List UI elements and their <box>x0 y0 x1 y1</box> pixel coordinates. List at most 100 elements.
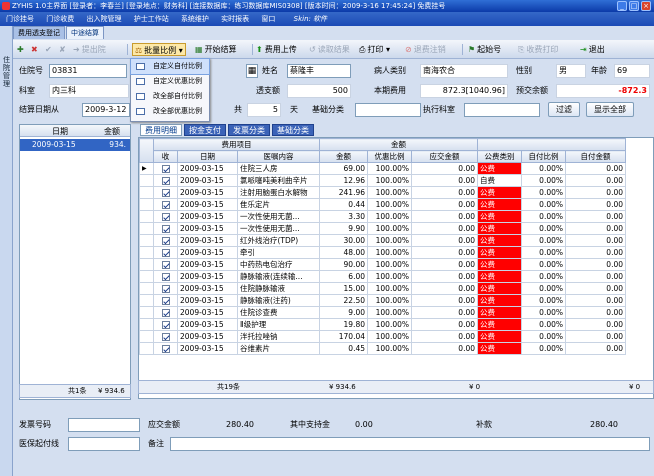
cell-category[interactable]: 公费 <box>477 270 522 283</box>
collect-checkbox-cell[interactable] <box>153 210 178 223</box>
column-public-category[interactable]: 公费类别 <box>477 150 522 163</box>
menu-item-window[interactable]: 窗口 <box>261 15 275 23</box>
cell-category[interactable]: 公费 <box>477 162 522 175</box>
collect-checkbox[interactable] <box>161 249 170 257</box>
column-order[interactable]: 医嘱内容 <box>237 150 320 163</box>
filter-button[interactable]: 过滤 <box>548 102 580 117</box>
list-item[interactable]: 2009-03-15 934. <box>20 139 130 151</box>
inpatient-no-field[interactable]: 03831 <box>49 64 127 78</box>
menu-all-discount-ratio[interactable]: 改全部优惠比例 <box>131 104 209 119</box>
table-row[interactable]: ▶ 2009-03-15 住院三人房 69.00 100.00% 0.00 公费 0.00% 0… <box>139 162 626 175</box>
cell-self-ratio[interactable]: 0.00% <box>521 186 566 199</box>
start-settlement-button[interactable]: ▦ 开始结算 <box>195 43 237 56</box>
receipt-print-button[interactable]: ⎘ 收费打印 <box>518 43 558 56</box>
table-row[interactable]: 2009-03-15 隹乐定片 0.44 100.00% 0.00 公费 0.00% 0.00 <box>139 198 626 211</box>
menu-item-system[interactable]: 系统维护 <box>181 15 209 23</box>
collect-checkbox-cell[interactable] <box>153 306 178 319</box>
cell-category[interactable]: 公费 <box>477 186 522 199</box>
cell-category[interactable]: 公费 <box>477 318 522 331</box>
collect-checkbox[interactable] <box>161 297 170 305</box>
table-row[interactable]: 2009-03-15 谷维素片 0.45 100.00% 0.00 公费 0.00% 0.00 <box>139 342 626 355</box>
cell-self-ratio[interactable]: 0.00% <box>521 294 566 307</box>
cell-self-ratio[interactable]: 0.00% <box>521 246 566 259</box>
collect-checkbox[interactable] <box>161 285 170 293</box>
menu-item-admission[interactable]: 出入院管理 <box>86 15 121 23</box>
upload-fee-button[interactable]: ⬆ 费用上传 <box>256 43 297 56</box>
table-row[interactable]: 2009-03-15 红外线治疗(TDP) 30.00 100.00% 0.00 公费 0.… <box>139 234 626 247</box>
menu-all-self-ratio[interactable]: 改全部自付比例 <box>131 89 209 104</box>
date-from-field[interactable]: 2009-3-12 <box>82 103 130 117</box>
exec-dept-select[interactable] <box>464 103 540 117</box>
collect-checkbox-cell[interactable] <box>153 270 178 283</box>
menu-item-register[interactable]: 门诊挂号 <box>6 15 34 23</box>
cell-category[interactable]: 公费 <box>477 342 522 355</box>
menu-item-outpatient-fee[interactable]: 门诊收费 <box>46 15 74 23</box>
discharge-button[interactable]: ➜ 提出院 <box>73 43 106 56</box>
side-panel[interactable]: 住院管理 <box>0 26 13 476</box>
collect-checkbox-cell[interactable] <box>153 318 178 331</box>
read-result-button[interactable]: ↺ 读取结果 <box>309 43 350 56</box>
collect-checkbox[interactable] <box>161 165 170 173</box>
maximize-button[interactable]: □ <box>629 1 639 11</box>
menu-item-nurse[interactable]: 护士工作站 <box>134 15 169 23</box>
menu-item-reports[interactable]: 实时报表 <box>221 15 249 23</box>
collect-checkbox-cell[interactable] <box>153 222 178 235</box>
table-row[interactable]: 2009-03-15 住院静脉输液 15.00 100.00% 0.00 公费 0.00% 0… <box>139 282 626 295</box>
undo-icon[interactable]: ✘ <box>59 43 66 56</box>
name-field[interactable]: 蔡隆丰 <box>287 64 351 78</box>
column-discount-ratio[interactable]: 优惠比例 <box>367 150 412 163</box>
tab-deposit-pay[interactable]: 按金支付 <box>184 124 226 136</box>
collect-checkbox-cell[interactable] <box>153 330 178 343</box>
collect-checkbox-cell[interactable] <box>153 198 178 211</box>
delete-icon[interactable]: ✖ <box>31 43 38 56</box>
tab-basic-category[interactable]: 基础分类 <box>272 124 314 136</box>
collect-checkbox-cell[interactable] <box>153 174 178 187</box>
column-amount[interactable]: 金额 <box>319 150 368 163</box>
calendar-icon[interactable]: ▦ <box>246 64 258 78</box>
column-due[interactable]: 应交金额 <box>411 150 478 163</box>
collect-checkbox[interactable] <box>161 261 170 269</box>
cell-category[interactable]: 公费 <box>477 210 522 223</box>
table-row[interactable]: 2009-03-15 中药热电包治疗 90.00 100.00% 0.00 公费 0.00%… <box>139 258 626 271</box>
table-row[interactable]: 2009-03-15 泮托拉唑钠 170.04 100.00% 0.00 公费 0.00% 0… <box>139 330 626 343</box>
collect-checkbox[interactable] <box>161 309 170 317</box>
column-collect[interactable]: 收 <box>153 150 178 163</box>
skin-selector[interactable]: Skin: 软件 <box>294 15 327 23</box>
collect-checkbox[interactable] <box>161 345 170 353</box>
start-number-button[interactable]: ⚑ 起始号 <box>468 43 501 56</box>
collect-checkbox-cell[interactable] <box>153 294 178 307</box>
cell-category[interactable]: 公费 <box>477 198 522 211</box>
minimize-button[interactable]: _ <box>617 1 627 11</box>
collect-checkbox[interactable] <box>161 273 170 281</box>
cell-self-ratio[interactable]: 0.00% <box>521 342 566 355</box>
collect-checkbox[interactable] <box>161 201 170 209</box>
table-row[interactable]: 2009-03-15 Ⅱ级护理 19.80 100.00% 0.00 公费 0.00% 0.0… <box>139 318 626 331</box>
tab-fee-detail[interactable]: 费用明细 <box>140 124 182 136</box>
tab-overdraft[interactable]: 费用透支登记 <box>13 26 65 39</box>
cell-self-ratio[interactable]: 0.00% <box>521 234 566 247</box>
tab-invoice-category[interactable]: 发票分类 <box>228 124 270 136</box>
tab-midway-settlement[interactable]: 中途结算 <box>66 26 104 39</box>
cell-category[interactable]: 公费 <box>477 246 522 259</box>
exit-button[interactable]: ⇥ 退出 <box>580 43 605 56</box>
table-row[interactable]: 2009-03-15 牵引 48.00 100.00% 0.00 公费 0.00% 0.00 <box>139 246 626 259</box>
cell-self-ratio[interactable]: 0.00% <box>521 174 566 187</box>
print-button[interactable]: ⎙ 打印 ▾ <box>359 43 390 56</box>
collect-checkbox[interactable] <box>161 213 170 221</box>
table-row[interactable]: 2009-03-15 氯哌噻吨美利曲辛片 12.96 100.00% 0.00 自费 0.0… <box>139 174 626 187</box>
cell-self-ratio[interactable]: 0.00% <box>521 270 566 283</box>
column-date[interactable]: 日期 <box>177 150 238 163</box>
collect-checkbox-cell[interactable] <box>153 234 178 247</box>
insurance-threshold-field[interactable] <box>68 437 140 451</box>
column-self-amount[interactable]: 自付金额 <box>565 150 626 163</box>
menu-custom-discount-ratio[interactable]: 自定义优惠比例 <box>131 74 209 89</box>
cell-category[interactable]: 自费 <box>477 174 522 187</box>
cell-self-ratio[interactable]: 0.00% <box>521 330 566 343</box>
cell-self-ratio[interactable]: 0.00% <box>521 318 566 331</box>
close-button[interactable]: × <box>641 1 651 11</box>
collect-checkbox-cell[interactable] <box>153 246 178 259</box>
collect-checkbox-cell[interactable] <box>153 342 178 355</box>
collect-checkbox-cell[interactable] <box>153 258 178 271</box>
cell-self-ratio[interactable]: 0.00% <box>521 198 566 211</box>
table-row[interactable]: 2009-03-15 注射用脑蛋白水解物 241.96 100.00% 0.00 公费 0.… <box>139 186 626 199</box>
